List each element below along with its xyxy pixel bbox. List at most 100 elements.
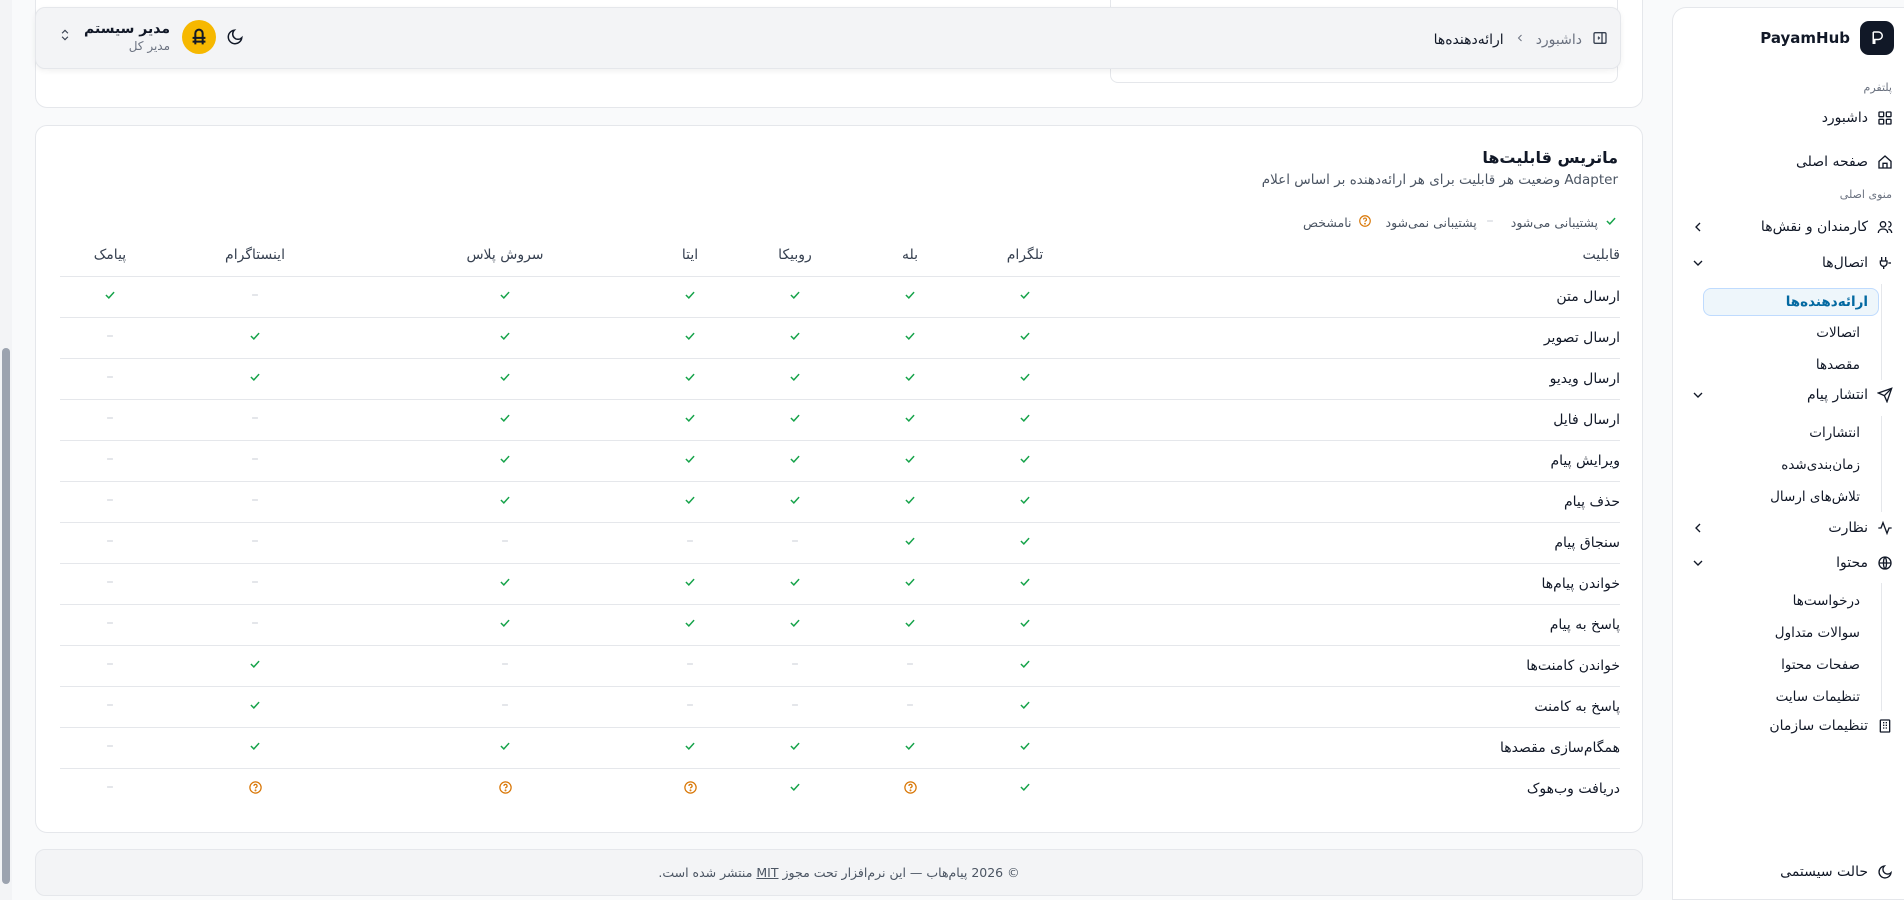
capability-cell xyxy=(350,522,660,564)
sidebar-item-publish[interactable]: انتشار پیام xyxy=(1684,380,1894,410)
dash-icon xyxy=(247,410,263,426)
check-icon xyxy=(787,410,803,426)
sidebar-subitem-scheduled[interactable]: زمان‌بندی‌شده xyxy=(1696,451,1870,479)
check-icon xyxy=(1017,287,1033,303)
table-row: همگام‌سازی مقصدها xyxy=(60,727,1620,769)
capability-cell xyxy=(950,399,1100,441)
user-info: مدیر سیستم مدیر کل xyxy=(84,21,170,53)
submenu-guide-line xyxy=(1881,583,1882,711)
capability-cell xyxy=(160,317,350,359)
theme-toggle-button[interactable] xyxy=(226,28,248,50)
column-header-provider: سروش پلاس xyxy=(350,234,660,277)
capability-cell xyxy=(870,358,950,400)
sidebar-item-org-settings[interactable]: تنظیمات سازمان xyxy=(1684,711,1894,741)
capability-name: ارسال ویدیو xyxy=(1100,358,1620,400)
sidebar-item-staff[interactable]: کارمندان و نقش‌ها xyxy=(1684,212,1894,242)
question-circle-icon xyxy=(902,779,918,795)
capability-cell xyxy=(870,563,950,605)
capability-cell xyxy=(950,645,1100,687)
dash-icon xyxy=(102,492,118,508)
check-icon xyxy=(682,615,698,631)
dash-icon xyxy=(247,615,263,631)
dash-icon xyxy=(787,656,803,672)
dash-icon xyxy=(247,533,263,549)
capability-cell xyxy=(950,440,1100,482)
capability-cell xyxy=(160,563,350,605)
footer: © 2026 پیام‌هاب — این نرم‌افزار تحت مجوز… xyxy=(35,849,1643,896)
dash-icon xyxy=(902,656,918,672)
table-header-row: قابلیت تلگرام بله روبیکا ایتا سروش پلاس … xyxy=(60,234,1620,277)
user-menu[interactable]: مدیر سیستم مدیر کل xyxy=(58,20,217,54)
sidebar-subitem-site-settings[interactable]: تنظیمات سایت xyxy=(1696,683,1870,711)
plug-icon xyxy=(1876,254,1894,272)
table-row: ارسال ویدیو xyxy=(60,358,1620,400)
dash-icon xyxy=(902,697,918,713)
capability-cell xyxy=(720,522,870,564)
chevron-down-icon xyxy=(1690,387,1706,403)
question-circle-icon xyxy=(1358,214,1372,231)
brand[interactable]: PayamHub xyxy=(1760,21,1894,55)
license-link[interactable]: MIT xyxy=(756,865,778,880)
sidebar-item-label: محتوا xyxy=(1836,555,1868,571)
grid-icon xyxy=(1876,109,1894,127)
breadcrumb-root[interactable]: داشبورد xyxy=(1536,32,1582,48)
user-name: مدیر سیستم xyxy=(84,21,171,37)
footer-text-suffix: منتشر شده است. xyxy=(658,865,753,880)
capability-name: پاسخ به پیام xyxy=(1100,604,1620,646)
check-icon xyxy=(247,328,263,344)
capability-name: همگام‌سازی مقصدها xyxy=(1100,727,1620,769)
sidebar-subitem-destinations[interactable]: مقصدها xyxy=(1696,351,1870,379)
table-row: ارسال تصویر xyxy=(60,317,1620,359)
check-icon xyxy=(1017,738,1033,754)
check-icon xyxy=(497,492,513,508)
group-label-platform: پلتفرم xyxy=(1863,81,1892,94)
sidebar-item-monitoring[interactable]: نظارت xyxy=(1684,513,1894,543)
capability-cell xyxy=(660,727,720,769)
question-circle-icon xyxy=(497,779,513,795)
table-row: پاسخ به کامنت xyxy=(60,686,1620,728)
capability-cell xyxy=(950,768,1100,809)
check-icon xyxy=(902,533,918,549)
sidebar-item-dashboard[interactable]: داشبورد xyxy=(1684,103,1894,133)
column-header-provider: ایتا xyxy=(660,234,720,277)
capability-cell xyxy=(950,727,1100,769)
check-icon xyxy=(1017,574,1033,590)
sidebar-item-label: تنظیمات سازمان xyxy=(1769,718,1868,734)
capability-cell xyxy=(660,276,720,318)
sidebar-item-connections[interactable]: اتصال‌ها xyxy=(1684,248,1894,278)
page-scrollbar[interactable] xyxy=(0,0,12,900)
question-circle-icon xyxy=(682,779,698,795)
sidebar-subitem-faq[interactable]: سوالات متداول xyxy=(1696,619,1870,647)
dash-icon xyxy=(102,697,118,713)
table-row: سنجاق پیام xyxy=(60,522,1620,564)
scrollbar-thumb[interactable] xyxy=(2,348,10,884)
capability-cell xyxy=(350,563,660,605)
capability-cell xyxy=(160,276,350,318)
sidebar-subitem-send-attempts[interactable]: تلاش‌های ارسال xyxy=(1696,483,1870,511)
sidebar-subitem-connections[interactable]: اتصالات xyxy=(1696,319,1870,347)
sidebar-subitem-publications[interactable]: انتشارات xyxy=(1696,419,1870,447)
sidebar-subitem-requests[interactable]: درخواست‌ها xyxy=(1696,587,1870,615)
check-icon xyxy=(1017,492,1033,508)
capability-cell xyxy=(950,317,1100,359)
capability-cell xyxy=(870,440,950,482)
chevron-left-icon xyxy=(1690,520,1706,536)
capability-name: خواندن پیام‌ها xyxy=(1100,563,1620,605)
capability-cell xyxy=(60,563,160,605)
check-icon xyxy=(682,328,698,344)
check-icon xyxy=(247,369,263,385)
dash-icon xyxy=(247,492,263,508)
column-header-provider: تلگرام xyxy=(950,234,1100,277)
dash-icon xyxy=(102,574,118,590)
legend-supported: پشتیبانی می‌شود xyxy=(1511,214,1618,231)
submenu-guide-line xyxy=(1881,284,1882,380)
check-icon xyxy=(497,287,513,303)
sidebar-item-system-mode[interactable]: حالت سیستمی xyxy=(1684,857,1894,887)
sidebar-item-content[interactable]: محتوا xyxy=(1684,548,1894,578)
sidebar-item-home[interactable]: صفحه اصلی xyxy=(1684,147,1894,177)
check-icon xyxy=(902,287,918,303)
sidebar-subitem-content-pages[interactable]: صفحات محتوا xyxy=(1696,651,1870,679)
sidebar-subitem-providers[interactable]: ارائه‌دهنده‌ها xyxy=(1703,288,1879,316)
sidebar-toggle-icon[interactable] xyxy=(1592,30,1608,50)
check-icon xyxy=(902,738,918,754)
